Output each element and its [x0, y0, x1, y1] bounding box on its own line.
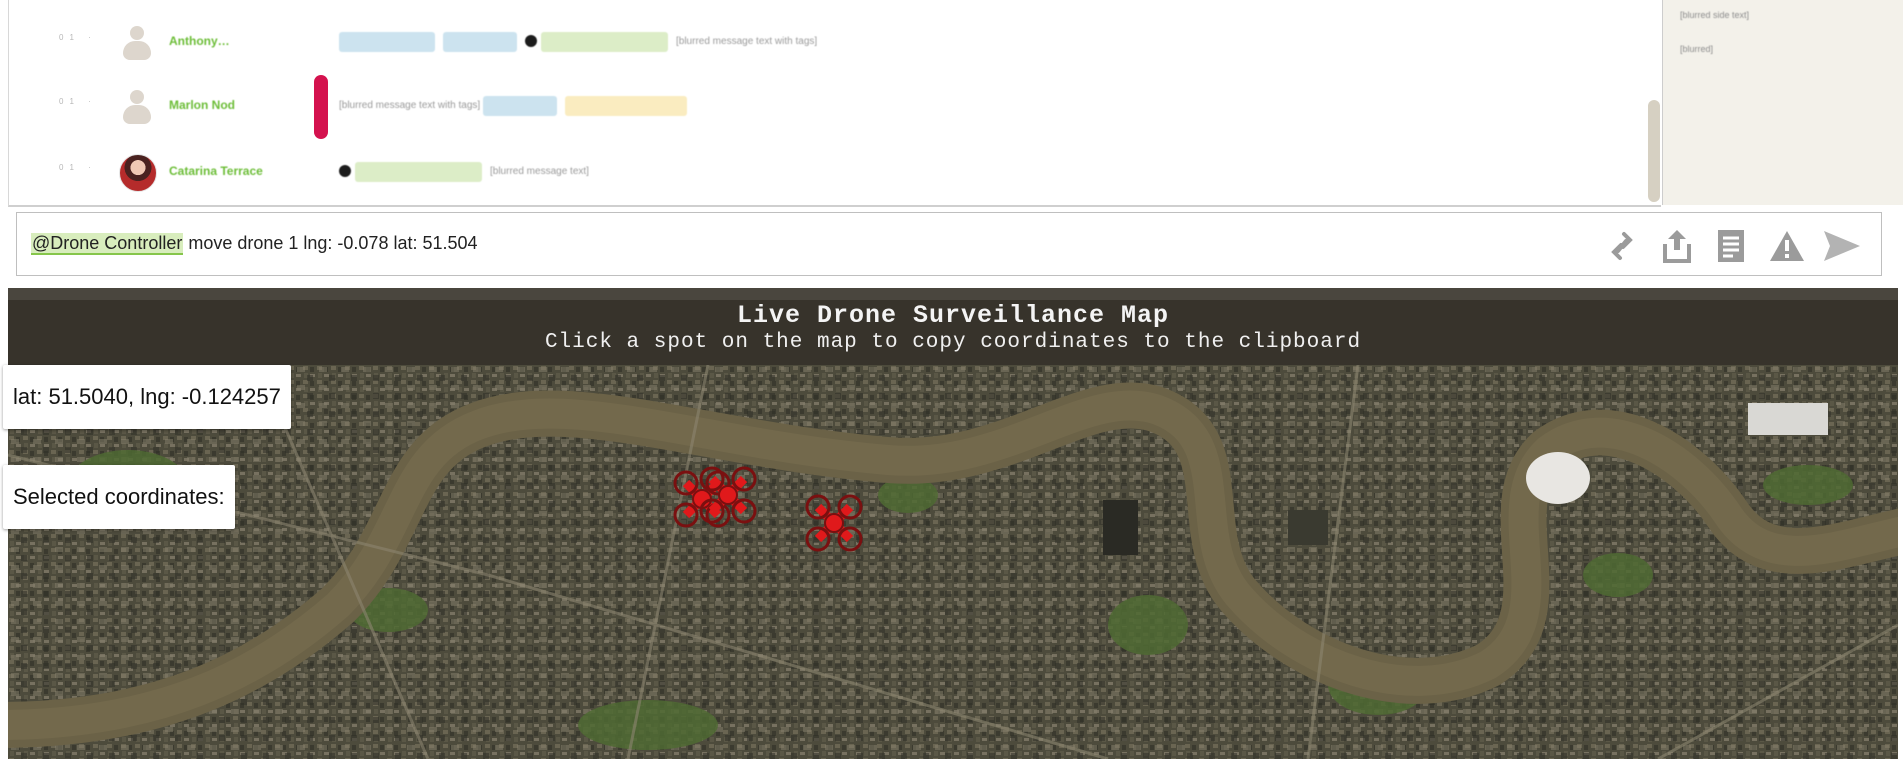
mention-chip[interactable]: @Drone Controller [31, 233, 184, 255]
message-tag[interactable] [355, 162, 482, 182]
compose-text: move drone 1 lng: -0.078 lat: 51.504 [183, 233, 478, 253]
dock [1288, 510, 1328, 545]
message-timestamp: 01 · [59, 163, 97, 172]
map-header: Live Drone Surveillance Map Click a spot… [8, 288, 1898, 365]
live-coordinates: lat: 51.5040, lng: -0.124257 [3, 365, 291, 429]
warning-icon [1770, 231, 1804, 261]
status-dot [525, 35, 537, 48]
building-landmark [1748, 403, 1828, 435]
side-line: [blurred] [1680, 44, 1714, 54]
message-username[interactable]: Marlon Nod [169, 98, 279, 112]
chat-message[interactable]: 01 · Marlon Nod [blurred message text wi… [9, 82, 1649, 130]
compose-input[interactable]: @Drone Controller move drone 1 lng: -0.0… [31, 233, 478, 255]
message-text: [blurred message text with tags] [676, 36, 818, 47]
map-canvas[interactable] [8, 365, 1898, 759]
message-tag[interactable] [564, 96, 687, 116]
dock [1103, 500, 1138, 555]
message-username[interactable]: Anthony… [169, 34, 279, 48]
link-icon [1611, 232, 1633, 260]
side-panel-text: [blurred side text] [blurred] [1680, 8, 1749, 56]
dome-landmark [1526, 452, 1590, 504]
chat-message[interactable]: 01 · Anthony… [blurred message text with… [9, 18, 1649, 66]
upload-icon [1663, 230, 1691, 263]
message-tag[interactable] [482, 96, 557, 116]
message-content: [blurred message text with tags] [339, 32, 1559, 52]
message-text: [blurred message text] [490, 166, 589, 177]
map-title: Live Drone Surveillance Map [736, 301, 1170, 330]
message-content: [blurred message text] [339, 162, 1559, 182]
photo-avatar[interactable] [119, 154, 157, 192]
link-button[interactable] [1602, 226, 1642, 266]
message-tag[interactable] [541, 32, 668, 52]
message-composer[interactable]: @Drone Controller move drone 1 lng: -0.0… [16, 212, 1882, 276]
warning-button[interactable] [1767, 226, 1807, 266]
message-tag[interactable] [443, 32, 517, 52]
message-username[interactable]: Catarina Terrace [169, 164, 279, 178]
side-line: [blurred side text] [1680, 10, 1750, 20]
chat-message[interactable]: 01 · Catarina Terrace [blurred message t… [9, 148, 1649, 196]
message-timestamp: 01 · [59, 97, 97, 106]
map-subtitle: Click a spot on the map to copy coordina… [544, 331, 1362, 354]
document-button[interactable] [1711, 226, 1751, 266]
status-dot [339, 165, 351, 178]
satellite-map[interactable] [8, 365, 1898, 759]
send-icon [1824, 231, 1860, 261]
drone-map-panel: Live Drone Surveillance Map Click a spot… [8, 288, 1898, 759]
upload-button[interactable] [1657, 226, 1697, 266]
selected-coordinates: Selected coordinates: [3, 465, 235, 529]
message-content: [blurred message text with tags] [339, 96, 1559, 116]
document-icon [1718, 230, 1744, 262]
message-tag[interactable] [339, 32, 435, 52]
message-timestamp: 01 · [59, 33, 97, 42]
placeholder-avatar-icon[interactable] [119, 88, 155, 124]
scrollbar-thumb[interactable] [1648, 100, 1660, 202]
chat-log: 01 · Anthony… [blurred message text with… [8, 0, 1661, 207]
placeholder-avatar-icon[interactable] [119, 24, 155, 60]
send-button[interactable] [1822, 226, 1862, 266]
message-text: [blurred message text with tags] [339, 100, 481, 111]
